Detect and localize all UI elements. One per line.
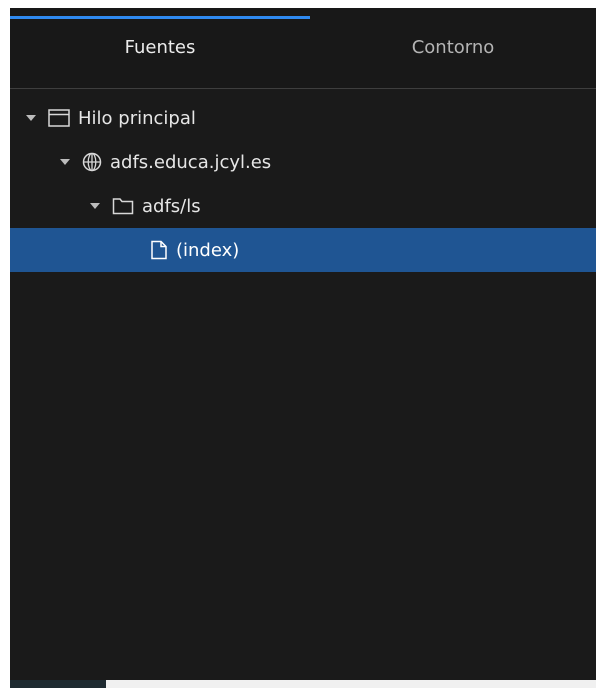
caret-down-icon[interactable] xyxy=(60,159,70,165)
tree-item-label: Hilo principal xyxy=(78,107,196,129)
tab-sources-label: Fuentes xyxy=(124,37,196,58)
tree-item-folder[interactable]: adfs/ls xyxy=(10,184,596,228)
folder-icon xyxy=(112,197,134,215)
sources-panel: Fuentes Contorno Hilo principal adfs.edu… xyxy=(10,8,596,680)
tab-outline-label: Contorno xyxy=(411,37,495,58)
caret-down-icon[interactable] xyxy=(26,115,36,121)
file-icon xyxy=(150,240,168,260)
status-strip xyxy=(10,680,106,688)
tree-item-label: adfs/ls xyxy=(142,195,201,217)
tree-item-label: (index) xyxy=(176,239,240,261)
globe-icon xyxy=(82,152,102,172)
tree-item-file[interactable]: (index) xyxy=(10,228,596,272)
tab-outline[interactable]: Contorno xyxy=(310,18,596,88)
window-icon xyxy=(48,109,70,127)
status-strip-light xyxy=(106,680,596,688)
tree-item-main-thread[interactable]: Hilo principal xyxy=(10,96,596,140)
tab-sources[interactable]: Fuentes xyxy=(10,18,310,88)
caret-down-icon[interactable] xyxy=(90,203,100,209)
tab-bar: Fuentes Contorno xyxy=(10,8,596,89)
tree-item-label: adfs.educa.jcyl.es xyxy=(110,151,272,173)
tree-item-domain[interactable]: adfs.educa.jcyl.es xyxy=(10,140,596,184)
